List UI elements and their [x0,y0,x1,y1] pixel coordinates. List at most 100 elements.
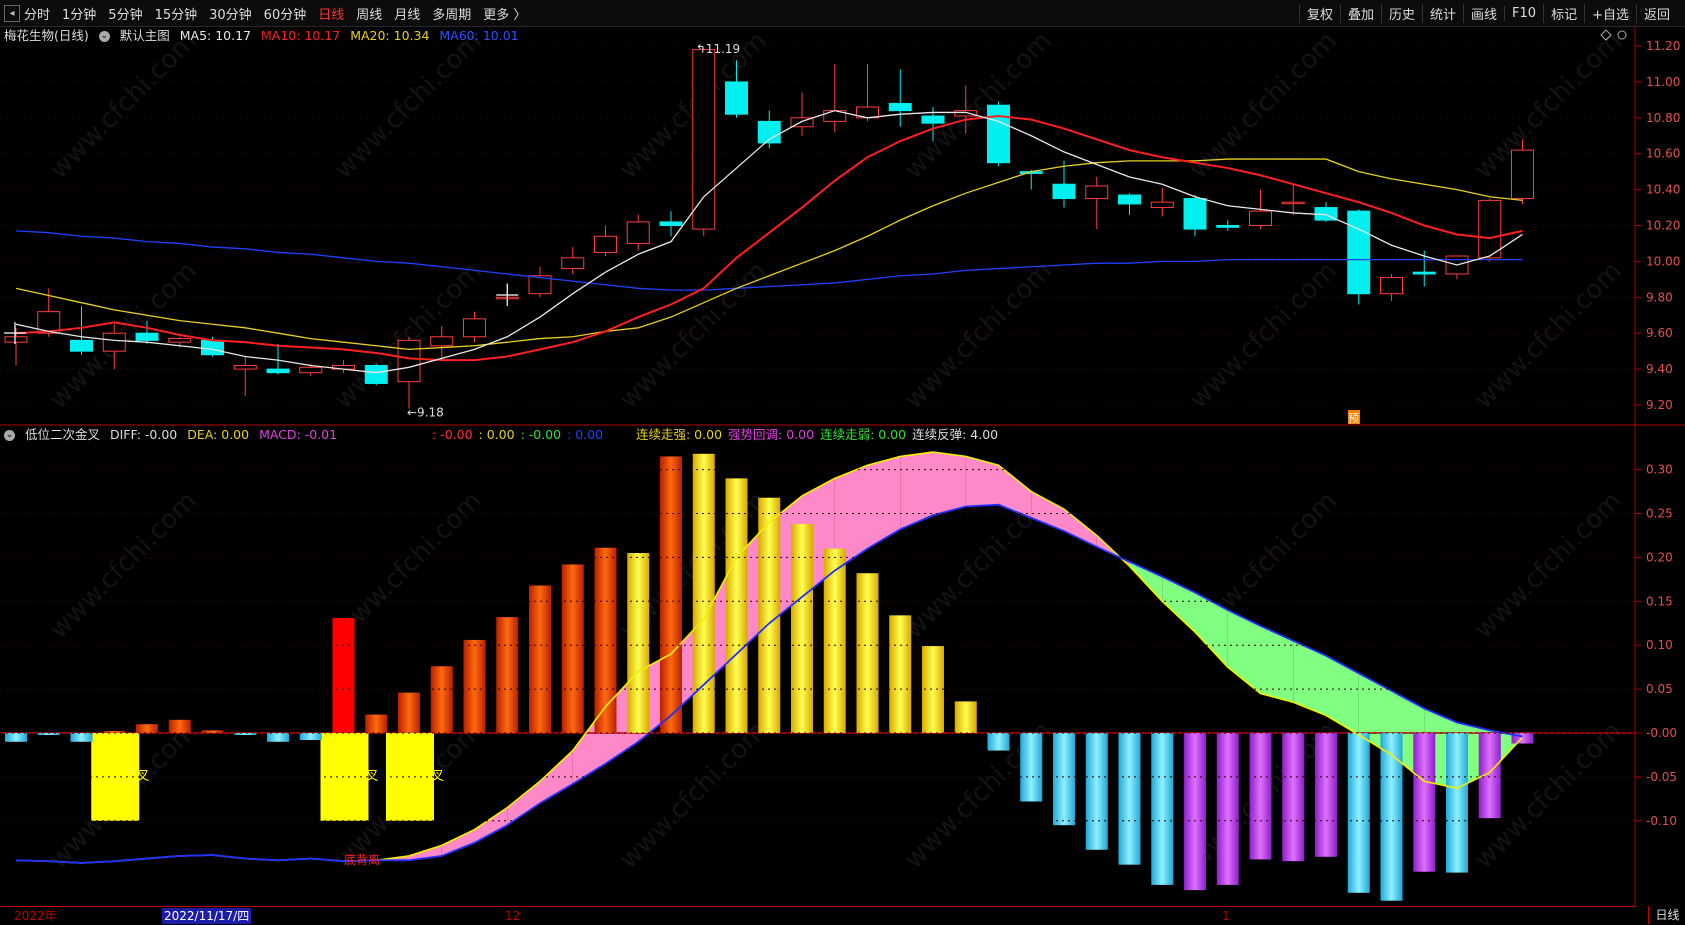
candle-body-8 [266,368,290,374]
price-tick-label-5: 10.20 [1646,219,1680,233]
candle-body-33 [1085,185,1109,200]
macd-bar-31 [1020,733,1043,802]
watermark: www.cfchi.com [1469,256,1628,415]
macd-bar-14 [463,639,486,733]
candle-body-39 [1281,201,1305,205]
macd-bar-42 [1380,733,1403,901]
candle-body-34 [1118,194,1141,205]
candle-body-14 [463,318,486,338]
candle-body-9 [299,366,323,374]
candle-body-17 [561,257,585,270]
macd-bar-23 [758,497,781,733]
macd-bar-40 [1315,733,1337,857]
price-tick-label-2: 10.80 [1646,111,1680,125]
candle-body-7 [233,365,257,370]
watermark: www.cfchi.com [44,26,203,185]
macd-bar-43 [1413,733,1436,872]
watermark: www.cfchi.com [44,486,203,645]
ind-tick-label-8: -0.10 [1646,814,1677,828]
candle-body-41 [1347,210,1371,295]
ind-tick-label-5: 0.05 [1646,682,1673,696]
macd-bar-19 [627,553,650,733]
candle-body-45 [1478,199,1502,259]
date-axis: 2022年 2022/11/17/四 12 1 [0,906,1635,925]
period-indicator[interactable]: 日线 [1648,906,1685,924]
price-tick-label-3: 10.60 [1646,147,1680,161]
macd-bar-12 [398,692,420,733]
macd-bar-26 [856,573,879,733]
ma10-line [15,114,1523,362]
low-marker: ←9.18 [407,406,444,420]
watermark: www.cfchi.com [1469,486,1628,645]
ind-tick-label-1: 0.25 [1646,507,1673,521]
candle-body-18 [594,235,617,253]
candle-body-21 [692,49,716,230]
diff-dea-area-28 [933,452,966,516]
price-tick-label-1: 11.00 [1646,75,1680,89]
macd-bar-27 [889,615,912,733]
high-marker: ↰11.19 [696,42,740,56]
macd-bar-32 [1053,733,1075,826]
macd-bar-15 [496,617,519,733]
candle-body-32 [1052,183,1076,200]
ind-tick-label-6: -0.00 [1646,726,1677,740]
watermark: www.cfchi.com [1184,256,1343,415]
candle-body-38 [1249,210,1272,226]
diff-dea-area-30 [998,465,1032,518]
macd-bar-2 [70,733,93,742]
macd-bar-37 [1216,733,1239,885]
macd-bar-10 [332,617,355,733]
candle-body-30 [987,104,1010,164]
candle-body-28 [921,115,945,124]
candle-body-20 [659,221,683,227]
macd-bar-29 [954,701,977,733]
kline-chart[interactable]: www.cfchi.com www.cfchi.com www.cfchi.com w… [0,0,1685,924]
macd-bar-20 [660,456,682,733]
watermark: www.cfchi.com [329,26,488,185]
ind-tick-label-2: 0.20 [1646,550,1673,564]
macd-bar-8 [267,733,289,742]
macd-bar-33 [1085,733,1108,850]
candle-body-2 [70,339,93,352]
macd-bar-30 [987,733,1010,751]
ind-tick-label-7: -0.05 [1646,770,1677,784]
candle-body-36 [1183,198,1207,230]
price-tick-label-6: 10.00 [1646,254,1680,268]
price-tick-label-7: 9.80 [1646,290,1673,304]
price-tick-label-9: 9.40 [1646,362,1673,376]
watermark: www.cfchi.com [899,26,1058,185]
diff-dea-area-32 [1064,509,1097,547]
ind-tick-label-3: 0.15 [1646,594,1673,608]
golden-cross-label-0: 金叉 [123,768,149,784]
bottom-divergence-label: 底背离 [344,852,380,867]
candle-body-46 [1511,149,1534,200]
diff-dea-area-26 [867,456,901,549]
macd-bar-4 [136,724,158,733]
diff-dea-area-40 [1326,655,1359,735]
price-tick-label-4: 10.40 [1646,183,1680,197]
watermark: www.cfchi.com [899,256,1058,415]
golden-cross-label-1: 金叉 [353,768,379,784]
candle-body-42 [1380,277,1403,295]
circle-icon [1617,30,1627,40]
macd-bar-17 [561,564,584,733]
candle-body-43 [1412,271,1436,275]
macd-bar-22 [725,478,748,733]
price-tick-label-0: 11.20 [1646,39,1680,53]
macd-bar-0 [5,733,27,742]
candle-body-3 [102,332,126,352]
macd-bar-36 [1184,733,1206,891]
macd-bar-11 [365,714,388,733]
candle-body-12 [397,339,421,383]
candle-body-4 [135,332,159,341]
macd-bar-16 [529,585,551,733]
macd-bar-39 [1282,733,1305,862]
macd-bar-35 [1151,733,1174,885]
price-tick-label-8: 9.60 [1646,326,1673,340]
macd-bar-41 [1347,733,1370,893]
macd-bar-13 [430,666,453,733]
candle-body-0 [4,336,28,343]
ind-tick-label-0: 0.30 [1646,463,1673,477]
candle-body-6 [201,339,224,356]
golden-cross-label-2: 金叉 [418,768,444,784]
